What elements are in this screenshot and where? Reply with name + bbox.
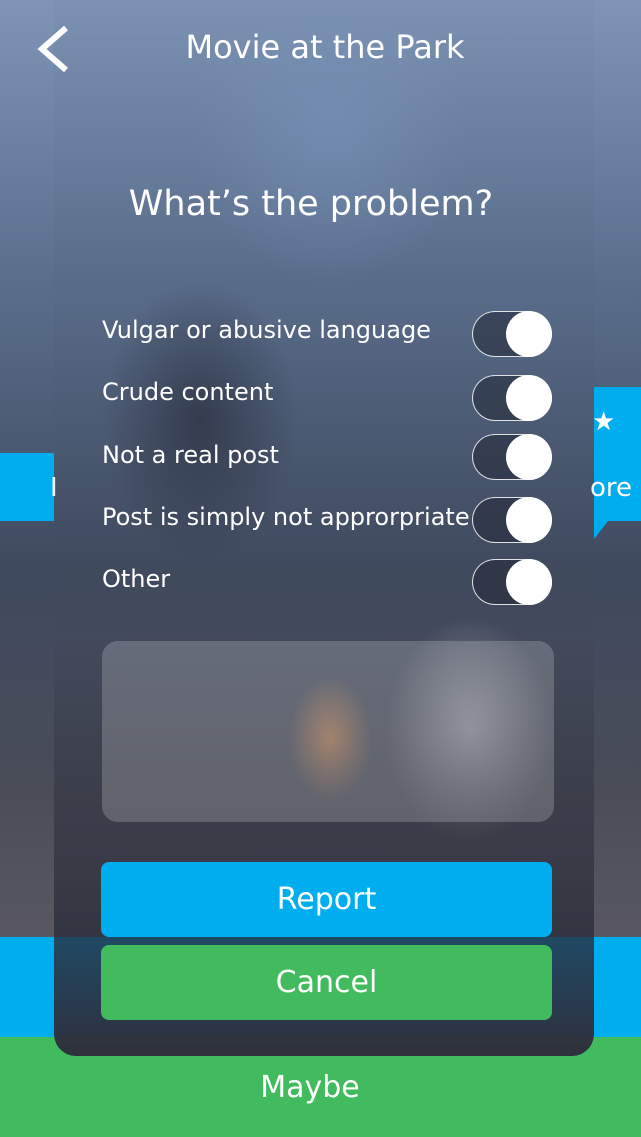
toggle-knob <box>506 434 552 480</box>
toggle-knob <box>506 497 552 543</box>
toggle-not-real[interactable] <box>472 434 552 480</box>
page-title: Movie at the Park <box>185 28 465 66</box>
option-label-not-appropriate: Post is simply not approrpriate <box>102 503 470 531</box>
toggle-crude[interactable] <box>472 375 552 421</box>
toggle-vulgar[interactable] <box>472 311 552 357</box>
header: Movie at the Park <box>0 0 641 100</box>
toggle-knob <box>506 375 552 421</box>
toggle-other[interactable] <box>472 559 552 605</box>
background-left-button: I <box>0 453 58 521</box>
details-textarea[interactable] <box>102 641 554 822</box>
dialog-question: What’s the problem? <box>128 184 494 224</box>
option-label-not-real: Not a real post <box>102 441 279 469</box>
background-right-button: ★ ore <box>590 387 641 521</box>
toggle-knob <box>506 559 552 605</box>
cancel-button[interactable]: Cancel <box>101 945 552 1020</box>
toggle-not-appropriate[interactable] <box>472 497 552 543</box>
toggle-knob <box>506 311 552 357</box>
background-right-button-text: ore <box>590 473 633 503</box>
option-label-crude: Crude content <box>102 378 274 406</box>
background-right-pointer <box>594 521 608 539</box>
option-label-other: Other <box>102 565 171 593</box>
option-label-vulgar: Vulgar or abusive language <box>102 316 431 344</box>
star-icon: ★ <box>592 407 616 437</box>
report-button[interactable]: Report <box>101 862 552 937</box>
